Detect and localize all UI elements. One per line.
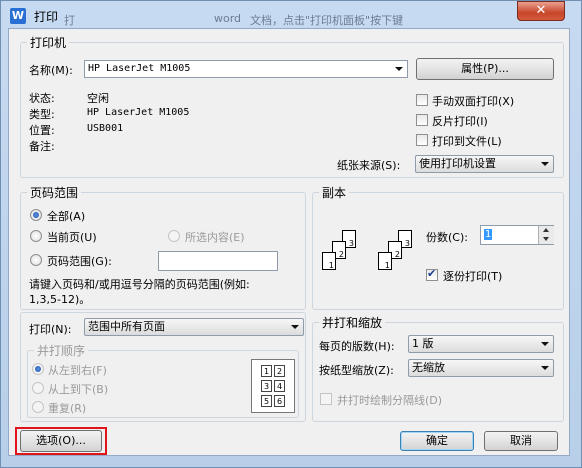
chevron-down-icon [291, 325, 299, 329]
printer-name-value: HP LaserJet M1005 [88, 63, 191, 74]
range-selection-radio[interactable] [168, 230, 180, 242]
printer-name-label: 名称(M): [29, 64, 73, 77]
print-what-value: 范围中所有页面 [88, 320, 165, 333]
paper-source-select[interactable]: 使用打印机设置 [415, 155, 554, 173]
print-order-title: 并打顺序 [37, 344, 86, 358]
status-label: 状态: [29, 92, 55, 105]
chevron-down-icon [541, 162, 549, 166]
location-label: 位置: [29, 124, 55, 137]
collate-stack-icon-1: 3 2 1 [318, 214, 364, 280]
page-icon: 1 [378, 252, 392, 270]
page-range-title: 页码范围 [30, 186, 79, 200]
mirror-print-checkbox[interactable] [416, 114, 428, 126]
paper-source-value: 使用打印机设置 [419, 157, 496, 170]
separator-checkbox[interactable] [320, 393, 332, 405]
pages-per-sheet-select[interactable]: 1 版 [408, 335, 554, 353]
range-all-radio[interactable] [30, 209, 42, 221]
copies-count-value: 1 [484, 229, 493, 240]
copies-count-label: 份数(C): [426, 231, 468, 244]
order-repeat-label: 重复(R) [48, 402, 87, 415]
range-pages-label: 页码范围(G): [47, 255, 112, 268]
order-ltr-radio[interactable] [32, 363, 44, 375]
order-repeat-radio[interactable] [32, 401, 44, 413]
comment-label: 备注: [29, 140, 55, 153]
wps-logo-icon: W [10, 8, 26, 24]
order-ttb-radio[interactable] [32, 382, 44, 394]
print-to-file-checkbox[interactable] [416, 134, 428, 146]
printer-name-select[interactable]: HP LaserJet M1005 [84, 60, 408, 78]
printer-group-title: 打印机 [30, 36, 67, 50]
cancel-button[interactable]: 取消 [484, 431, 558, 451]
scale-label: 按纸型缩放(Z): [319, 364, 394, 377]
page-range-input[interactable] [158, 251, 278, 271]
print-what-select[interactable]: 范围中所有页面 [84, 318, 304, 336]
close-icon: ✕ [535, 3, 547, 18]
chevron-down-icon [541, 366, 549, 370]
spin-down-icon[interactable] [543, 237, 549, 241]
grid-cell: 1 [261, 365, 272, 377]
ok-button[interactable]: 确定 [400, 431, 474, 451]
collate-stack-icon-2: 3 2 1 [374, 214, 420, 280]
range-selection-label: 所选内容(E) [185, 231, 245, 244]
chevron-down-icon [541, 342, 549, 346]
page-icon: 1 [322, 252, 336, 270]
grid-cell: 5 [261, 395, 272, 407]
range-all-label: 全部(A) [47, 210, 86, 223]
dialog-title: 打印 [34, 10, 59, 24]
chevron-down-icon [395, 67, 403, 71]
background-text-left: 打 [64, 14, 75, 27]
page-range-hint-example: 1,3,5-12)。 [29, 293, 91, 306]
manual-duplex-label: 手动双面打印(X) [432, 95, 515, 108]
pages-per-sheet-label: 每页的版数(H): [319, 340, 395, 353]
grid-cell: 2 [274, 365, 285, 377]
spin-up-icon[interactable] [543, 228, 549, 232]
order-ttb-label: 从上到下(B) [48, 383, 109, 396]
background-text-word: word [214, 12, 242, 25]
collate-checkbox[interactable] [426, 267, 438, 281]
collate-label: 逐份打印(T) [443, 270, 503, 283]
properties-button[interactable]: 属性(P)... [416, 58, 554, 80]
manual-duplex-checkbox[interactable] [416, 94, 428, 106]
copies-spinner[interactable] [538, 226, 554, 244]
mirror-print-label: 反片打印(I) [432, 115, 488, 128]
grid-cell: 6 [274, 395, 285, 407]
pages-per-sheet-value: 1 版 [412, 337, 434, 350]
page-range-hint: 请键入页码和/或用逗号分隔的页码范围(例如: [29, 278, 250, 291]
copies-title: 副本 [322, 186, 347, 200]
range-current-label: 当前页(U) [47, 231, 97, 244]
type-value: HP LaserJet M1005 [87, 107, 190, 118]
highlight-box [15, 427, 107, 455]
background-text-right: 文档，点击"打印机面板"按下键 [250, 14, 404, 27]
status-value: 空闲 [87, 92, 109, 105]
location-value: USB001 [87, 123, 124, 134]
print-to-file-label: 打印到文件(L) [432, 135, 502, 148]
separator-label: 并打时绘制分隔线(D) [337, 394, 443, 407]
grid-cell: 3 [261, 380, 272, 392]
close-button[interactable]: ✕ [517, 1, 565, 21]
grid-cell: 4 [274, 380, 285, 392]
order-preview-icon: 1 2 3 4 5 6 [251, 359, 295, 413]
type-label: 类型: [29, 108, 55, 121]
scale-value: 无缩放 [412, 361, 445, 374]
zoom-title: 并打和缩放 [322, 316, 383, 330]
range-current-radio[interactable] [30, 230, 42, 242]
scale-select[interactable]: 无缩放 [408, 359, 554, 377]
order-ltr-label: 从左到右(F) [48, 364, 107, 377]
print-what-label: 打印(N): [29, 323, 72, 336]
range-pages-radio[interactable] [30, 254, 42, 266]
paper-source-label: 纸张来源(S): [337, 159, 401, 172]
